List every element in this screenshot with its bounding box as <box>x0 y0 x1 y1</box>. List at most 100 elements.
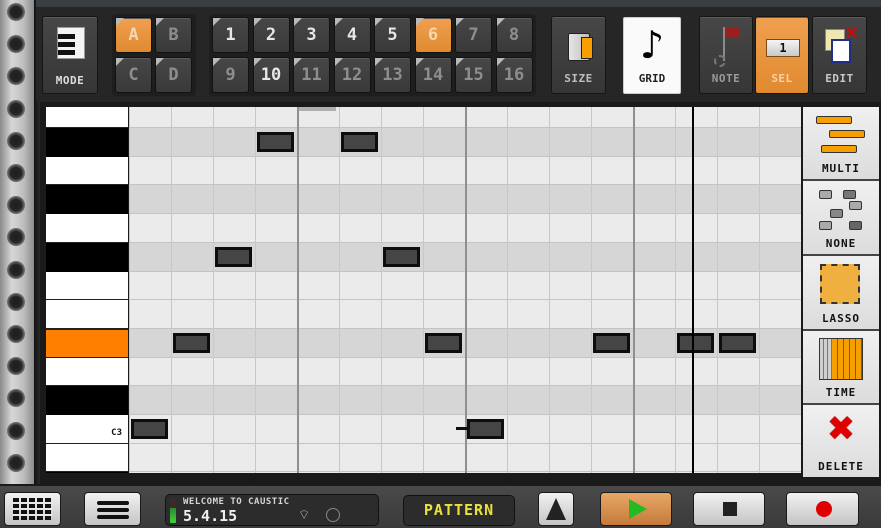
pattern-8-button[interactable]: 8 <box>495 17 533 53</box>
grid-button[interactable]: ♪ GRID <box>623 17 681 94</box>
note-block[interactable] <box>257 132 294 153</box>
piano-key-ds3[interactable] <box>46 328 128 358</box>
level-meter <box>170 498 176 523</box>
record-button[interactable] <box>786 492 859 526</box>
version-number: 5.4.15 <box>183 507 238 525</box>
piano-key-b2[interactable] <box>46 443 128 473</box>
eighth-note-icon: ♪ <box>639 23 665 67</box>
note-button[interactable]: NOTE <box>699 16 753 94</box>
step-line <box>339 107 340 473</box>
note-label: NOTE <box>711 72 741 85</box>
multi-button[interactable]: MULTI <box>803 107 879 181</box>
pattern-7-button[interactable]: 7 <box>455 17 492 53</box>
left-rail <box>0 0 34 528</box>
note-block[interactable] <box>215 247 252 268</box>
pattern-14-button[interactable]: 14 <box>414 57 452 93</box>
rail-hole <box>7 196 25 215</box>
pattern-16-button[interactable]: 16 <box>495 57 533 93</box>
note-block[interactable] <box>425 333 462 354</box>
loop-marker[interactable] <box>299 107 336 111</box>
hamburger-menu-button[interactable] <box>84 492 141 526</box>
note-block[interactable] <box>383 247 420 268</box>
note-block[interactable] <box>341 132 378 153</box>
piano-key-d3[interactable] <box>46 357 128 387</box>
bank-a-button[interactable]: A <box>115 17 152 53</box>
piano-key-cs3[interactable] <box>46 386 128 415</box>
playhead <box>691 107 694 473</box>
pattern-15-button[interactable]: 15 <box>455 57 492 93</box>
rail-hole <box>7 99 25 118</box>
step-line <box>297 107 299 473</box>
pattern-mode-button[interactable]: PATTERN <box>403 495 515 526</box>
step-line <box>633 107 635 473</box>
metronome-button[interactable] <box>538 492 574 526</box>
note-block[interactable] <box>593 333 630 354</box>
bank-c-button[interactable]: C <box>115 57 152 93</box>
tie-line <box>456 427 467 431</box>
pattern-1-button[interactable]: 1 <box>212 17 249 53</box>
step-line <box>717 107 718 473</box>
piano-key-c3[interactable]: C3 <box>46 415 128 444</box>
mode-button[interactable]: MODE <box>42 16 98 94</box>
step-line <box>549 107 550 473</box>
note-grid[interactable] <box>129 107 801 473</box>
status-message: WELCOME TO CAUSTIC <box>183 497 290 507</box>
midi-icon <box>326 508 340 522</box>
step-line <box>171 107 172 473</box>
rail-hole <box>7 389 25 408</box>
piano-keys-icon <box>57 27 85 59</box>
note-block[interactable] <box>131 419 168 440</box>
delete-label: DELETE <box>818 460 864 473</box>
pattern-2-button[interactable]: 2 <box>252 17 290 53</box>
piano-keyboard[interactable]: C3 <box>46 107 128 473</box>
note-block[interactable] <box>677 333 714 354</box>
pattern-13-button[interactable]: 13 <box>374 57 411 93</box>
delete-button[interactable]: ✖ DELETE <box>803 405 879 477</box>
rail-hole <box>7 35 25 54</box>
step-line <box>381 107 382 473</box>
piano-key-gs3[interactable] <box>46 185 128 215</box>
pattern-9-button[interactable]: 9 <box>212 57 249 93</box>
pattern-12-button[interactable]: 12 <box>333 57 371 93</box>
play-button[interactable] <box>600 492 672 526</box>
rail-hole <box>7 131 25 150</box>
size-label: SIZE <box>564 72 593 85</box>
stop-button[interactable] <box>693 492 765 526</box>
step-line <box>423 107 424 473</box>
note-block[interactable] <box>719 333 756 354</box>
multi-label: MULTI <box>821 162 861 175</box>
sel-count: 1 <box>766 39 800 57</box>
bank-b-button[interactable]: B <box>155 17 192 53</box>
piano-key-f3[interactable] <box>46 271 128 301</box>
rail-hole <box>7 453 25 472</box>
grid-menu-button[interactable] <box>4 492 61 526</box>
delete-x-icon: ✖ <box>826 409 856 449</box>
piano-key-a3[interactable] <box>46 156 128 186</box>
lasso-button[interactable]: LASSO <box>803 256 879 331</box>
status-display: WELCOME TO CAUSTIC 5.4.15 ⌔ <box>165 494 379 526</box>
piano-key-g3[interactable] <box>46 214 128 243</box>
step-line <box>759 107 760 473</box>
piano-key-fs3[interactable] <box>46 242 128 272</box>
piano-key-as3[interactable] <box>46 128 128 157</box>
time-button[interactable]: TIME <box>803 331 879 405</box>
lasso-icon <box>820 264 860 304</box>
pattern-6-button[interactable]: 6 <box>414 17 452 53</box>
pattern-5-button[interactable]: 5 <box>374 17 411 53</box>
pattern-11-button[interactable]: 11 <box>293 57 330 93</box>
note-block[interactable] <box>173 333 210 354</box>
bank-d-button[interactable]: D <box>155 57 192 93</box>
sel-button[interactable]: 1 SEL <box>755 16 809 94</box>
note-block[interactable] <box>456 419 504 440</box>
rail-hole <box>7 292 25 311</box>
edit-button[interactable]: ✕ EDIT <box>812 16 867 94</box>
sel-label: SEL <box>771 72 793 85</box>
pattern-10-button[interactable]: 10 <box>252 57 290 93</box>
none-button[interactable]: NONE <box>803 181 879 256</box>
pattern-4-button[interactable]: 4 <box>333 17 371 53</box>
edit-label: EDIT <box>825 72 854 85</box>
piano-key-b3[interactable] <box>46 107 128 128</box>
size-button[interactable]: SIZE <box>551 16 606 94</box>
pattern-3-button[interactable]: 3 <box>293 17 330 53</box>
piano-key-e3[interactable] <box>46 300 128 329</box>
